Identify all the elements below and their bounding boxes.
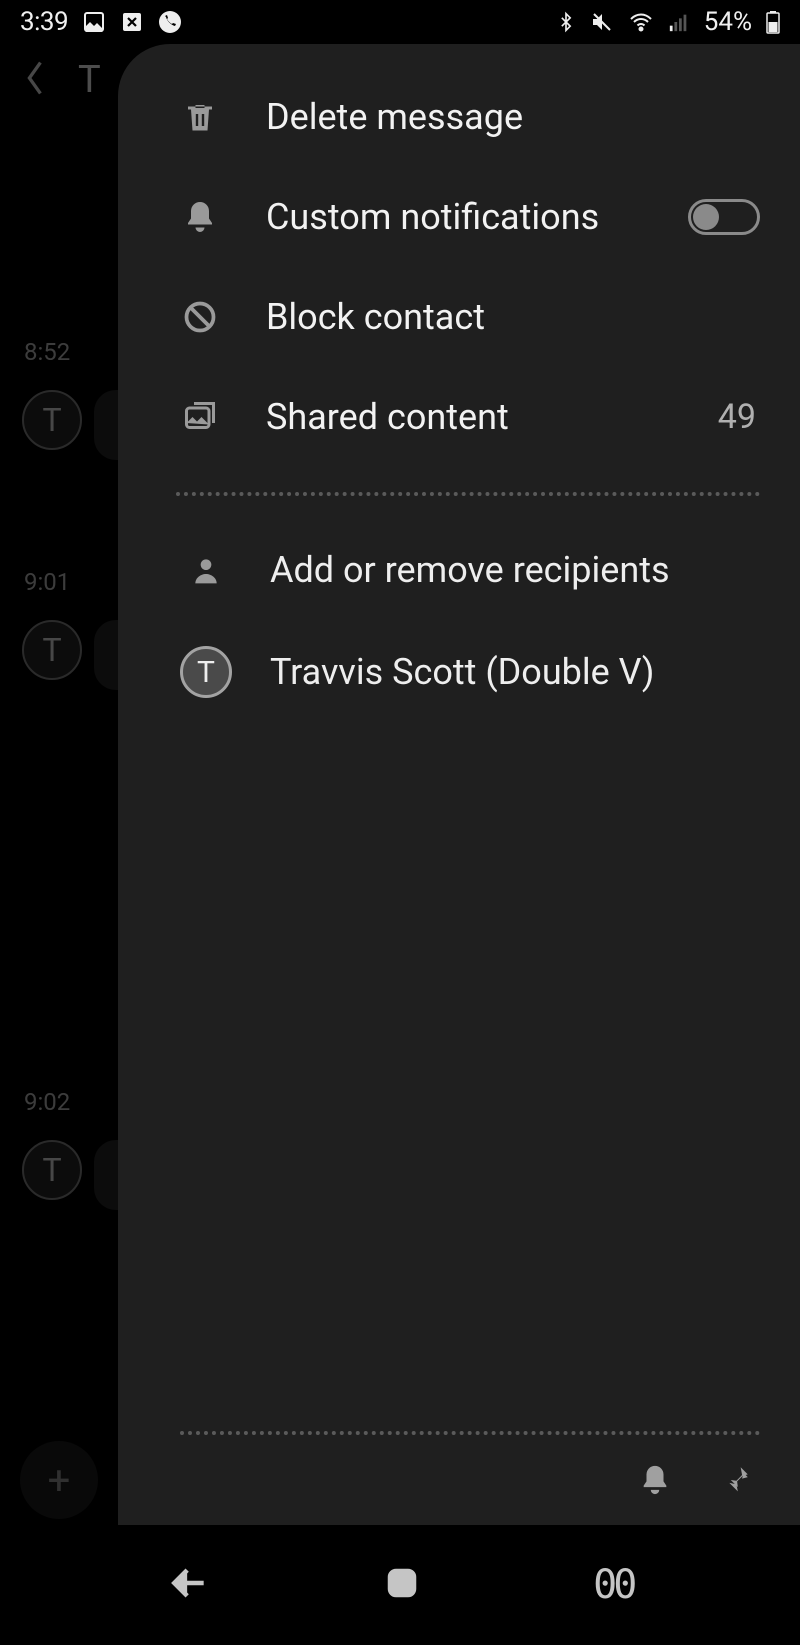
contact-avatar[interactable]: T	[22, 390, 82, 450]
shared-content-count: 49	[718, 397, 760, 437]
panel-footer	[180, 1431, 760, 1501]
status-left: 3:39	[20, 7, 182, 37]
message-time: 9:01	[24, 564, 82, 596]
status-clock: 3:39	[20, 7, 68, 37]
back-icon[interactable]	[22, 56, 50, 104]
mute-icon	[590, 10, 614, 34]
block-contact-item[interactable]: Block contact	[180, 296, 760, 338]
contact-avatar[interactable]: T	[22, 1140, 82, 1200]
status-right: 54%	[556, 7, 780, 37]
chat-title-initial: T	[78, 58, 101, 102]
phone-circle-icon	[158, 10, 182, 34]
nav-home-button[interactable]	[384, 1565, 420, 1605]
menu-label: Shared content	[266, 396, 672, 438]
battery-percent: 54%	[704, 7, 752, 37]
menu-label: Add or remove recipients	[270, 549, 670, 591]
bell-icon[interactable]	[638, 1463, 672, 1501]
compose-add-button[interactable]: +	[20, 1441, 98, 1519]
menu-label: Custom notifications	[266, 196, 642, 238]
menu-label: Delete message	[266, 96, 760, 138]
battery-icon	[766, 10, 780, 34]
bluetooth-icon	[556, 10, 576, 34]
system-nav-bar: 00	[0, 1525, 800, 1645]
contact-avatar[interactable]: T	[22, 620, 82, 680]
close-box-icon	[120, 10, 144, 34]
recipient-avatar: T	[180, 646, 232, 698]
status-bar: 3:39 54%	[0, 0, 800, 44]
message-time: 8:52	[24, 334, 82, 366]
delete-message-item[interactable]: Delete message	[180, 96, 760, 138]
menu-list: Delete message Custom notifications Bloc…	[180, 96, 760, 438]
person-icon	[180, 544, 232, 596]
conversation-menu-panel: Delete message Custom notifications Bloc…	[118, 44, 800, 1525]
signal-icon	[668, 11, 690, 33]
pin-icon[interactable]	[718, 1463, 752, 1501]
nav-back-button[interactable]	[167, 1561, 211, 1609]
nav-recents-button[interactable]: 00	[593, 1562, 633, 1608]
bell-icon	[180, 197, 220, 237]
trash-icon	[180, 97, 220, 137]
add-remove-recipients-item[interactable]: Add or remove recipients	[180, 544, 760, 596]
block-icon	[180, 297, 220, 337]
shared-content-item[interactable]: Shared content 49	[180, 396, 760, 438]
recipient-name: Travvis Scott (Double V)	[270, 651, 654, 693]
custom-notifications-item[interactable]: Custom notifications	[180, 196, 760, 238]
wifi-icon	[628, 10, 654, 34]
plus-icon: +	[48, 1457, 71, 1504]
recipients-section: Add or remove recipients T Travvis Scott…	[180, 544, 760, 698]
divider	[176, 492, 760, 496]
recipient-item[interactable]: T Travvis Scott (Double V)	[180, 646, 760, 698]
message-time: 9:02	[24, 1084, 82, 1116]
image-icon	[82, 10, 106, 34]
image-stack-icon	[180, 397, 220, 437]
custom-notifications-toggle[interactable]	[688, 199, 760, 235]
menu-label: Block contact	[266, 296, 760, 338]
